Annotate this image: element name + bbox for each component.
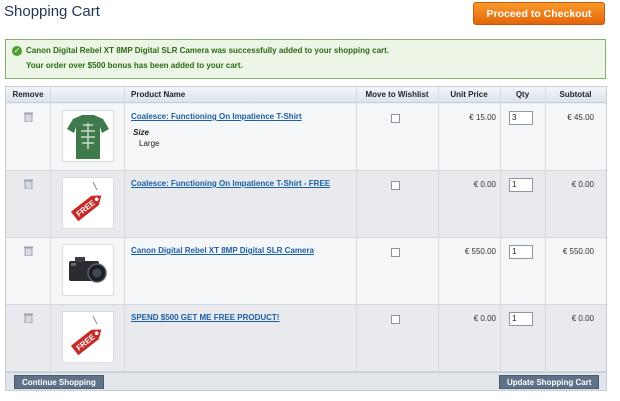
move-to-wishlist-checkbox[interactable] <box>391 114 400 123</box>
column-divider <box>50 87 51 372</box>
tshirt-image <box>62 110 114 162</box>
update-shopping-cart-button[interactable]: Update Shopping Cart <box>499 375 600 389</box>
unit-price: € 15.00 <box>469 113 496 122</box>
trash-icon[interactable] <box>24 112 33 122</box>
column-divider <box>545 87 546 372</box>
camera-image <box>62 244 114 296</box>
header-product-name: Product Name <box>131 90 186 99</box>
option-value: Large <box>139 139 160 148</box>
check-icon: ✓ <box>12 46 22 56</box>
column-divider <box>356 87 357 372</box>
qty-input[interactable]: 1 <box>509 312 533 326</box>
move-to-wishlist-checkbox[interactable] <box>391 248 400 257</box>
table-row: FREE Coalesce: Functioning On Impatience… <box>6 171 606 238</box>
column-divider <box>124 87 125 372</box>
product-name-link[interactable]: SPEND $500 GET ME FREE PRODUCT! <box>131 313 279 322</box>
page-title: Shopping Cart <box>4 3 100 20</box>
qty-input[interactable]: 3 <box>509 111 533 125</box>
proceed-to-checkout-button[interactable]: Proceed to Checkout <box>473 2 605 25</box>
header-subtotal: Subtotal <box>559 90 592 99</box>
qty-input[interactable]: 1 <box>509 245 533 259</box>
success-message: ✓ Canon Digital Rebel XT 8MP Digital SLR… <box>5 39 606 79</box>
product-name-link[interactable]: Canon Digital Rebel XT 8MP Digital SLR C… <box>131 246 314 255</box>
product-name-link[interactable]: Coalesce: Functioning On Impatience T-Sh… <box>131 112 302 121</box>
free-tag-image: FREE <box>62 311 114 363</box>
move-to-wishlist-checkbox[interactable] <box>391 181 400 190</box>
option-label: Size <box>133 128 150 137</box>
product-name-link[interactable]: Coalesce: Functioning On Impatience T-Sh… <box>131 179 330 188</box>
table-footer: Continue Shopping Update Shopping Cart <box>6 372 606 390</box>
column-divider <box>500 87 501 372</box>
unit-price: € 550.00 <box>464 247 496 256</box>
header-unit-price: Unit Price <box>450 90 488 99</box>
header-qty: Qty <box>515 90 530 99</box>
table-row: Coalesce: Functioning On Impatience T-Sh… <box>6 104 606 171</box>
success-message-line: Canon Digital Rebel XT 8MP Digital SLR C… <box>26 46 390 55</box>
trash-icon[interactable] <box>24 313 33 323</box>
table-header: Remove Product Name Move to Wishlist Uni… <box>6 87 606 103</box>
free-tag-image: FREE <box>62 177 114 229</box>
unit-price: € 0.00 <box>473 180 496 189</box>
table-row: Canon Digital Rebel XT 8MP Digital SLR C… <box>6 238 606 305</box>
table-row: FREE SPEND $500 GET ME FREE PRODUCT! € 0… <box>6 305 606 372</box>
header-move-to-wishlist: Move to Wishlist <box>365 90 429 99</box>
qty-input[interactable]: 1 <box>509 178 533 192</box>
trash-icon[interactable] <box>24 179 33 189</box>
unit-price: € 0.00 <box>473 314 496 323</box>
continue-shopping-button[interactable]: Continue Shopping <box>14 375 104 389</box>
move-to-wishlist-checkbox[interactable] <box>391 315 400 324</box>
bonus-message-line: Your order over $500 bonus has been adde… <box>26 61 243 70</box>
header-remove: Remove <box>12 90 44 99</box>
cart-table: Remove Product Name Move to Wishlist Uni… <box>5 86 607 391</box>
column-divider <box>438 87 439 372</box>
trash-icon[interactable] <box>24 246 33 256</box>
